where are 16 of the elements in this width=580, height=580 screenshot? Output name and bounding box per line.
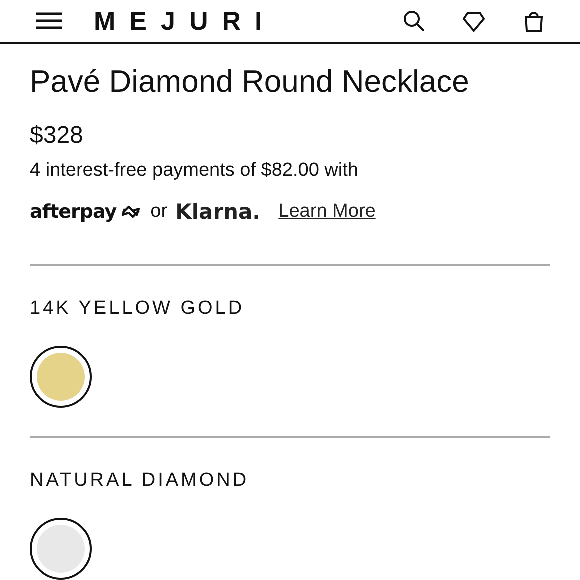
- product-title: Pavé Diamond Round Necklace: [30, 63, 470, 101]
- learn-more-link[interactable]: Learn More: [278, 201, 376, 223]
- option-label: 14K YELLOW GOLD: [30, 298, 246, 320]
- brand-logo[interactable]: MEJURI: [94, 6, 276, 36]
- diamond-icon[interactable]: [462, 9, 486, 33]
- option-label: NATURAL DIAMOND: [30, 470, 250, 492]
- bag-icon[interactable]: [522, 9, 546, 33]
- color-swatch[interactable]: [30, 346, 92, 408]
- installment-text: 4 interest-free payments of $82.00 with: [30, 160, 360, 182]
- afterpay-logo: afterpay: [30, 201, 117, 223]
- klarna-logo: Klarna.: [176, 200, 261, 224]
- color-swatch[interactable]: [30, 518, 92, 580]
- menu-icon[interactable]: [34, 11, 64, 31]
- or-text: or: [150, 201, 168, 223]
- product-price: $328: [30, 122, 84, 150]
- search-icon[interactable]: [402, 9, 426, 33]
